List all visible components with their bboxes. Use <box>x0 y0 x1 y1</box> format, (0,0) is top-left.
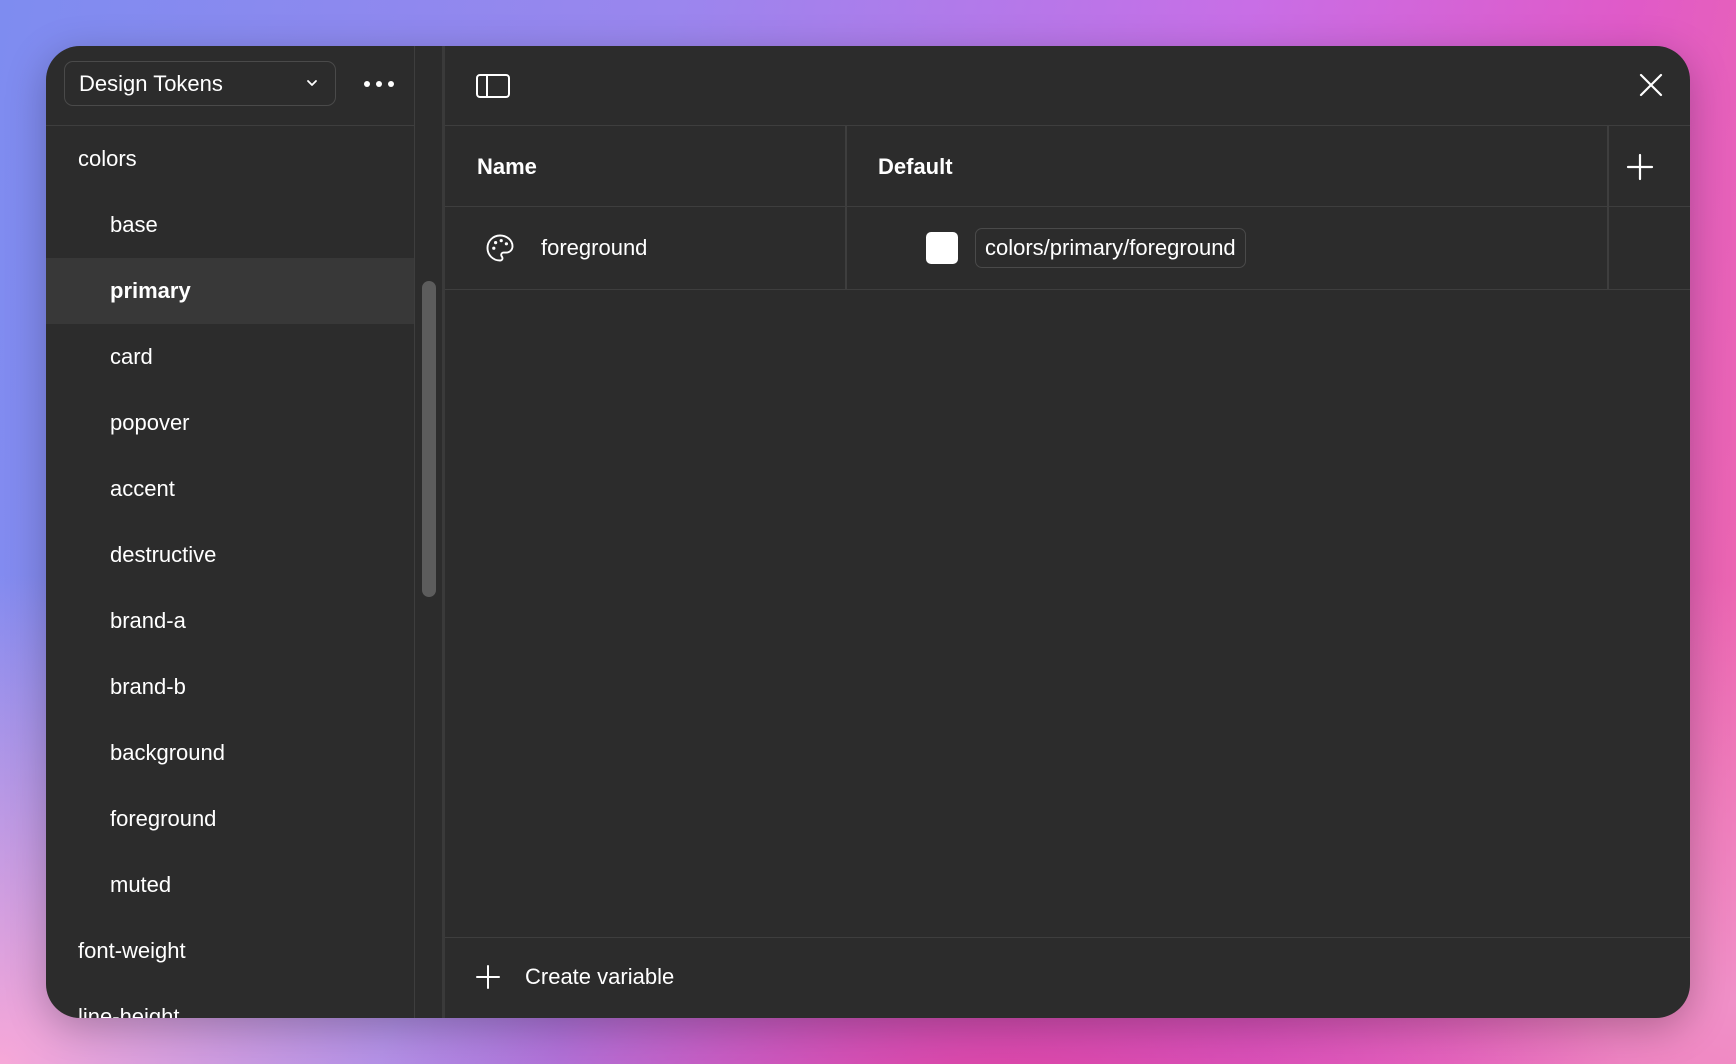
sidebar-item-label: accent <box>110 476 175 501</box>
sidebar-item-card[interactable]: card <box>46 324 414 390</box>
chevron-down-icon <box>307 80 317 86</box>
sidebar-item-foreground[interactable]: foreground <box>46 786 414 852</box>
create-variable-button[interactable]: Create variable <box>475 952 674 1002</box>
create-variable-label: Create variable <box>525 964 675 989</box>
sidebar-item-primary[interactable]: primary <box>46 258 414 324</box>
main-panel: Name Default foreground colors/primary/f… <box>445 46 1690 1018</box>
sidebar-header: Design Tokens <box>46 46 414 126</box>
sidebar-item-line-height[interactable]: line-height <box>46 984 414 1018</box>
sidebar-item-label: muted <box>110 872 172 897</box>
group-list: colors base primary card popover accent destru… <box>46 126 414 1018</box>
sidebar-item-label: foreground <box>110 806 217 831</box>
main-topbar <box>445 46 1690 126</box>
sidebar-item-background[interactable]: background <box>46 720 414 786</box>
column-header-default[interactable]: Default <box>878 126 953 207</box>
sidebar-item-label: font-weight <box>78 938 186 963</box>
variables-window: Design Tokens colors base primary card popov… <box>46 46 1690 1018</box>
sidebar: Design Tokens colors base primary card popov… <box>46 46 414 1018</box>
more-horizontal-icon <box>364 81 394 87</box>
sidebar-toggle-icon[interactable] <box>475 72 511 100</box>
close-icon[interactable] <box>1636 70 1666 100</box>
palette-icon <box>486 234 514 262</box>
plus-icon <box>476 965 500 989</box>
table-row[interactable]: foreground colors/primary/foreground <box>445 207 1690 290</box>
sidebar-item-label: base <box>110 212 158 237</box>
sidebar-item-label: line-height <box>78 1004 180 1018</box>
add-mode-plus-icon[interactable] <box>1620 147 1660 187</box>
sidebar-item-label: colors <box>78 146 137 171</box>
sidebar-scrollbar-thumb[interactable] <box>422 281 436 597</box>
column-header-name: Name <box>477 154 537 179</box>
sidebar-item-label: destructive <box>110 542 217 567</box>
sidebar-item-label: background <box>110 740 225 765</box>
sidebar-item-label: primary <box>110 278 191 303</box>
table-header: Name Default <box>445 126 1690 207</box>
sidebar-item-brand-a[interactable]: brand-a <box>46 588 414 654</box>
sidebar-item-label: popover <box>110 410 190 435</box>
variable-alias-pill[interactable]: colors/primary/foreground <box>975 228 1246 268</box>
collection-select-label: Design Tokens <box>79 70 223 96</box>
sidebar-item-base[interactable]: base <box>46 192 414 258</box>
sidebar-item-label: brand-a <box>110 608 186 633</box>
sidebar-item-colors[interactable]: colors <box>46 126 414 192</box>
sidebar-item-label: brand-b <box>110 674 186 699</box>
sidebar-item-muted[interactable]: muted <box>46 852 414 918</box>
sidebar-item-label: card <box>110 344 153 369</box>
collection-select[interactable]: Design Tokens <box>64 61 336 106</box>
sidebar-item-popover[interactable]: popover <box>46 390 414 456</box>
table-footer: Create variable <box>445 937 1690 1018</box>
sidebar-item-accent[interactable]: accent <box>46 456 414 522</box>
variable-name[interactable]: foreground <box>541 207 647 288</box>
color-swatch[interactable] <box>926 232 958 264</box>
sidebar-item-brand-b[interactable]: brand-b <box>46 654 414 720</box>
sidebar-item-font-weight[interactable]: font-weight <box>46 918 414 984</box>
more-options-button[interactable] <box>362 70 396 98</box>
sidebar-item-destructive[interactable]: destructive <box>46 522 414 588</box>
